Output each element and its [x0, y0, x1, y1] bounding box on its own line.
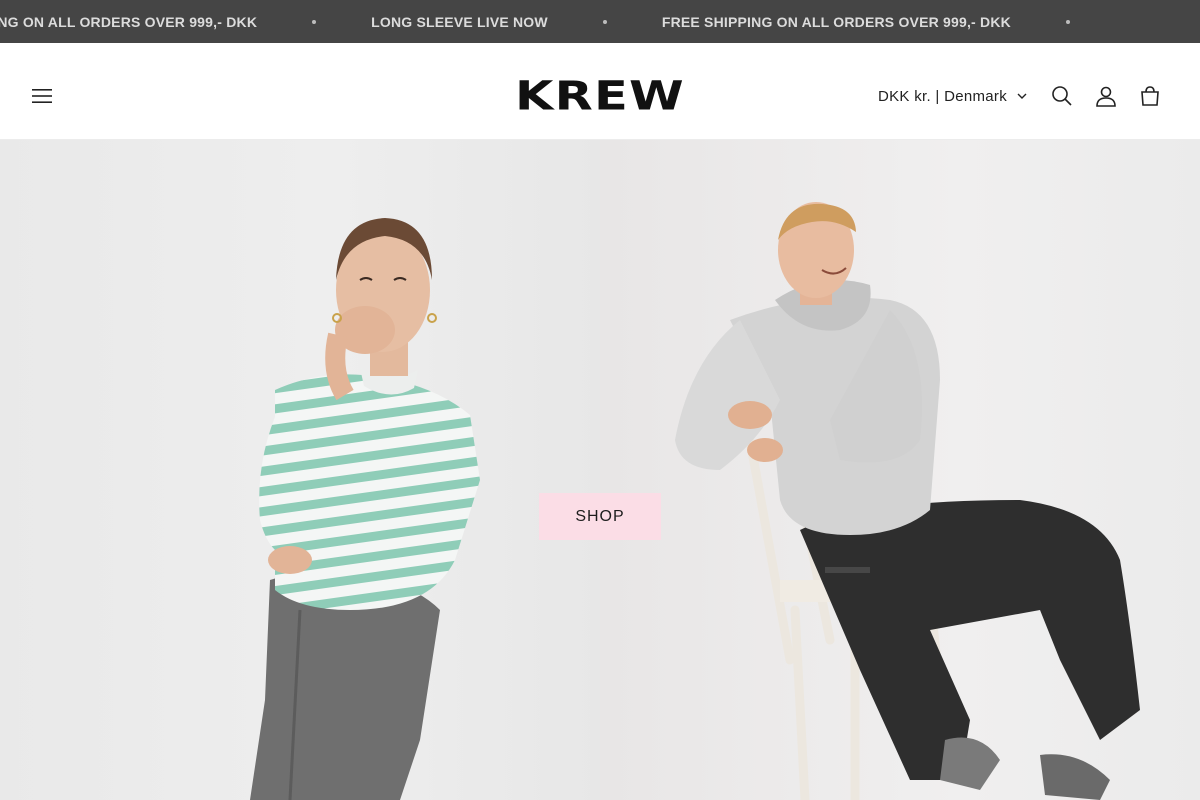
announcement-item[interactable]: LONG SLEEVE LIVE NOW [371, 14, 548, 30]
hero-image-right[interactable] [600, 140, 1200, 800]
menu-button[interactable] [22, 76, 62, 116]
announcement-item[interactable]: FREE SHIPPING ON ALL ORDERS OVER 999,- D… [0, 14, 257, 30]
cart-button[interactable] [1130, 76, 1170, 116]
search-button[interactable] [1042, 76, 1082, 116]
site-logo[interactable]: KREW [502, 76, 698, 116]
country-selector-label: DKK kr. | Denmark [878, 87, 1008, 105]
announcement-item[interactable]: FREE SHIPPING ON ALL ORDERS OVER 999,- D… [662, 14, 1011, 30]
account-button[interactable] [1086, 76, 1126, 116]
man-photo-illustration [675, 202, 1140, 800]
hero-banner: SHOP [0, 140, 1200, 800]
woman-photo-illustration [250, 218, 480, 800]
country-selector[interactable]: DKK kr. | Denmark [878, 81, 1027, 111]
separator-dot-icon [1065, 19, 1070, 24]
announcement-track: FREE SHIPPING ON ALL ORDERS OVER 999,- D… [0, 0, 1125, 43]
separator-dot-icon [312, 19, 317, 24]
menu-icon [32, 89, 52, 103]
search-icon [1052, 86, 1072, 106]
site-header: KREW DKK kr. | Denmark [0, 43, 1200, 140]
shop-button[interactable]: SHOP [539, 493, 661, 540]
chevron-down-icon [1017, 93, 1027, 99]
account-icon [1096, 86, 1116, 107]
logo-text: KREW [515, 72, 685, 119]
announcement-bar: FREE SHIPPING ON ALL ORDERS OVER 999,- D… [0, 0, 1200, 43]
hero-image-left[interactable] [0, 140, 600, 800]
separator-dot-icon [602, 19, 607, 24]
cart-icon [1141, 86, 1159, 106]
